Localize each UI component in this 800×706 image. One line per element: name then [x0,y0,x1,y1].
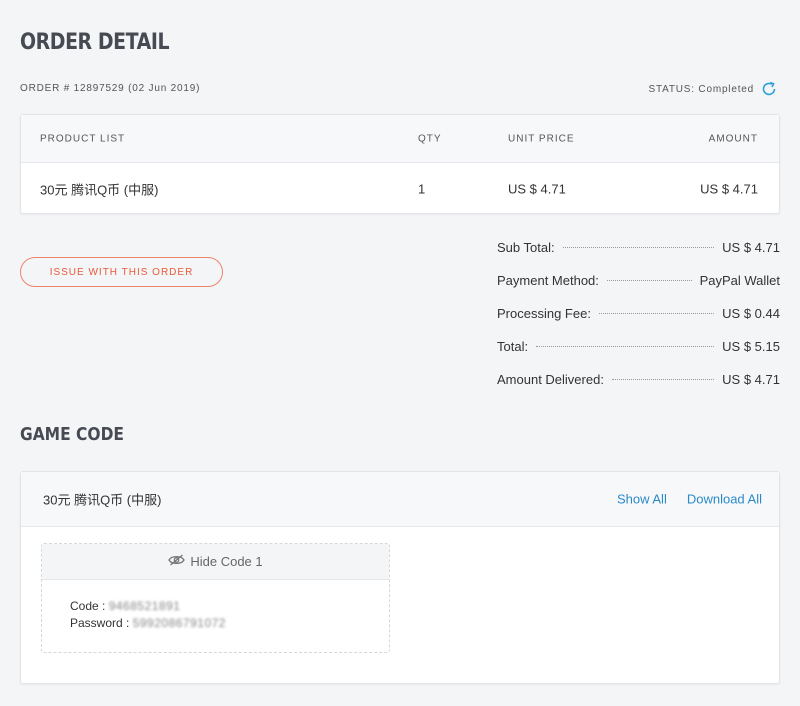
summary-label: Processing Fee: [497,306,591,321]
summary-label: Sub Total: [497,240,555,255]
header-amount: AMOUNT [708,133,758,144]
summary-value: US $ 0.44 [722,306,780,321]
game-code-card: 30元 腾讯Q币 (中服) Show All Download All Hide… [20,471,780,684]
show-all-link[interactable]: Show All [617,492,667,507]
code-details: Code : 9468521891 Password : 59920867910… [42,580,389,632]
game-code-actions: Show All Download All [617,492,762,507]
summary-label: Total: [497,339,529,354]
order-summary: Sub Total: US $ 4.71 Payment Method: Pay… [497,240,780,405]
product-amount: US $ 4.71 [700,181,758,196]
summary-row-payment-method: Payment Method: PayPal Wallet [497,273,780,306]
dotted-leader [606,280,692,281]
hide-code-button[interactable]: Hide Code 1 [42,544,389,580]
header-qty: QTY [418,133,442,144]
game-code-product-name: 30元 腾讯Q币 (中服) [43,492,162,508]
game-code-header: 30元 腾讯Q币 (中服) Show All Download All [21,472,779,527]
code-line: Code : 9468521891 [70,598,389,615]
product-name: 30元 腾讯Q币 (中服) [40,182,159,197]
password-label: Password : [70,616,130,630]
game-code-title: GAME CODE [20,424,125,445]
issue-with-order-button[interactable]: ISSUE WITH THIS ORDER [20,257,223,287]
product-table: PRODUCT LIST QTY UNIT PRICE AMOUNT 30元 腾… [20,114,780,214]
summary-label: Amount Delivered: [497,372,604,387]
summary-value: US $ 4.71 [722,240,780,255]
header-unit-price: UNIT PRICE [508,133,575,144]
eye-slash-icon [168,554,186,569]
code-box: Hide Code 1 Code : 9468521891 Password :… [41,543,390,653]
dotted-leader [598,313,715,314]
dotted-leader [562,247,715,248]
refresh-icon[interactable] [760,80,778,98]
header-product-list: PRODUCT LIST [40,133,126,144]
page-title: ORDER DETAIL [20,30,170,55]
summary-row-processing-fee: Processing Fee: US $ 0.44 [497,306,780,339]
password-value: 5992086791072 [132,616,226,630]
product-table-header: PRODUCT LIST QTY UNIT PRICE AMOUNT [21,115,779,163]
product-qty: 1 [418,181,426,196]
summary-label: Payment Method: [497,273,599,288]
product-unit-price: US $ 4.71 [508,181,566,196]
download-all-link[interactable]: Download All [687,492,762,507]
summary-value: US $ 4.71 [722,372,780,387]
code-value: 9468521891 [108,599,181,613]
order-status: STATUS: Completed [649,80,778,98]
dotted-leader [611,379,715,380]
hide-code-label: Hide Code 1 [190,554,263,569]
status-label: STATUS: Completed [648,83,754,95]
summary-row-total: Total: US $ 5.15 [497,339,780,372]
password-line: Password : 5992086791072 [70,615,389,632]
summary-value: PayPal Wallet [699,273,780,288]
dotted-leader [536,346,715,347]
summary-row-amount-delivered: Amount Delivered: US $ 4.71 [497,372,780,405]
order-number: ORDER # 12897529 (02 Jun 2019) [20,83,201,94]
summary-row-subtotal: Sub Total: US $ 4.71 [497,240,780,273]
code-label: Code : [70,599,106,613]
summary-value: US $ 5.15 [722,339,780,354]
table-row: 30元 腾讯Q币 (中服) 1 US $ 4.71 US $ 4.71 [21,163,779,214]
